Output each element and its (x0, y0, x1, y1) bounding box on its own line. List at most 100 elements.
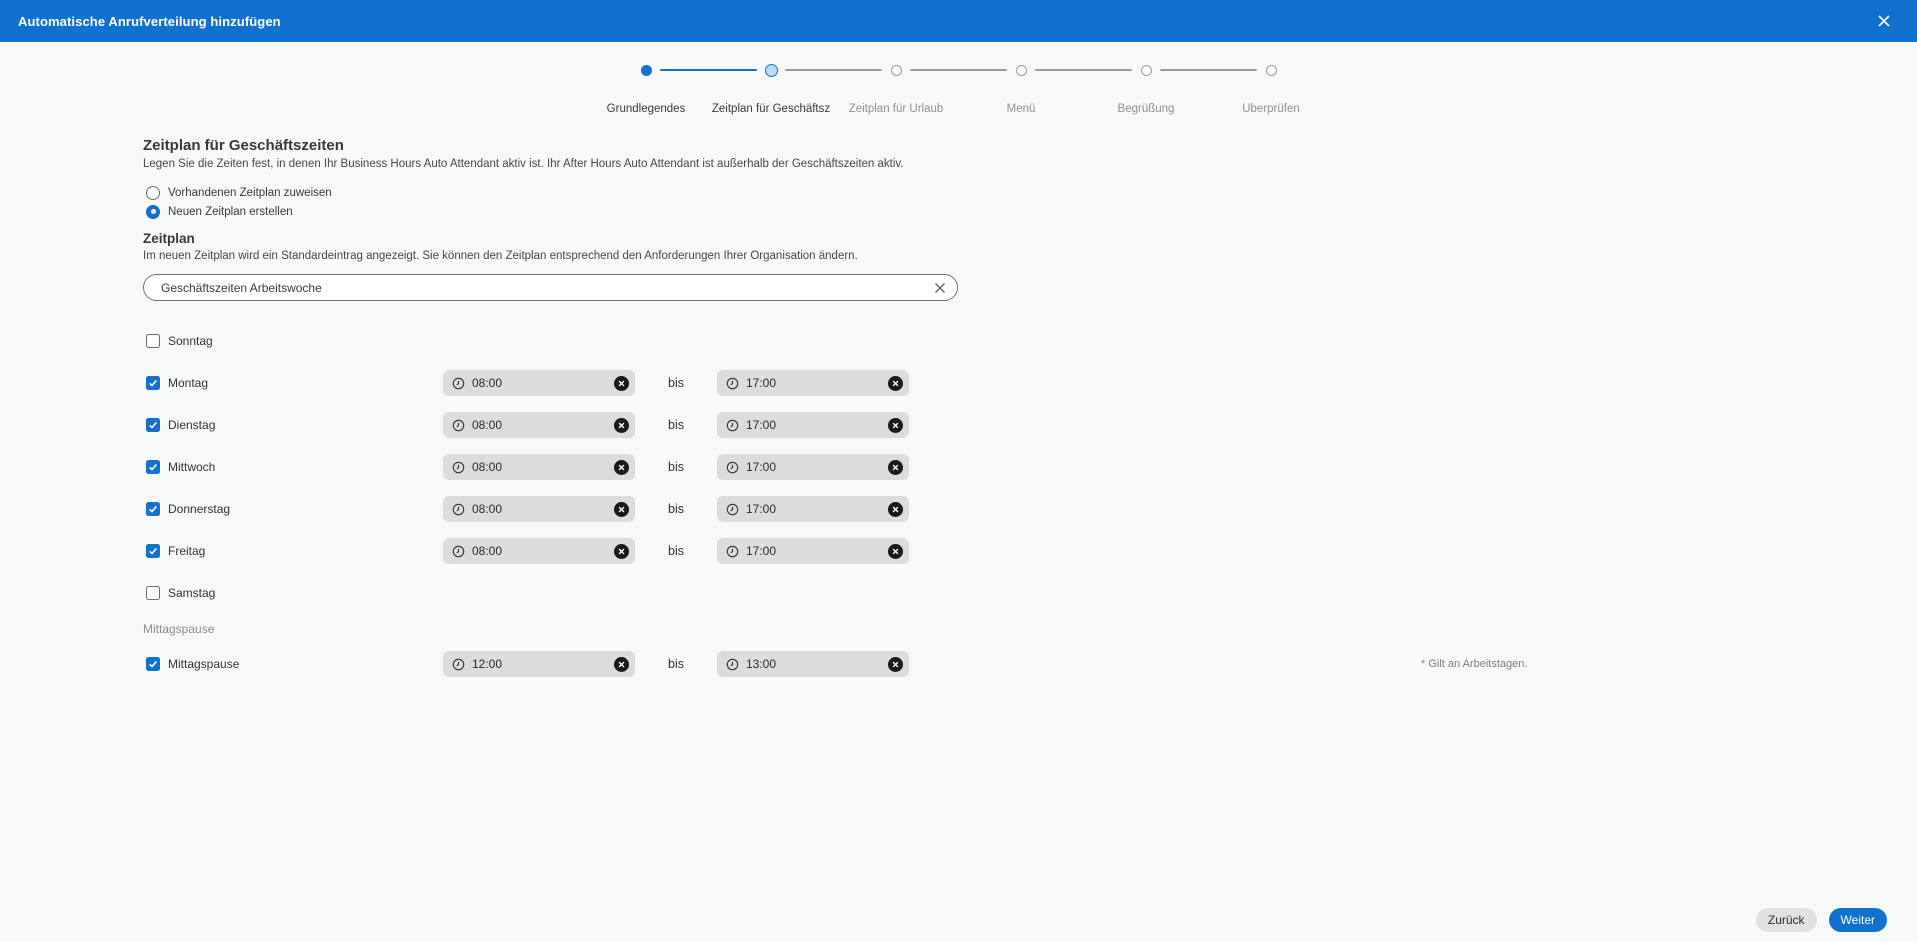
page-title: Zeitplan für Geschäftszeiten (143, 137, 1917, 155)
lunch-label: Mittagspause (168, 657, 239, 671)
day-checkbox-mittwoch[interactable] (146, 460, 160, 474)
start-time-value: 08:00 (472, 376, 502, 390)
end-time-value: 17:00 (746, 544, 776, 558)
x-circle-icon (614, 376, 629, 391)
step-dot-upcoming (1016, 65, 1027, 76)
start-time-input-freitag[interactable]: 08:00 (443, 538, 635, 564)
step-dot-current (765, 64, 778, 77)
x-circle-icon (888, 376, 903, 391)
time-separator-label: bis (635, 418, 717, 432)
end-time-input-freitag[interactable]: 17:00 (717, 538, 909, 564)
x-circle-icon (614, 657, 629, 672)
time-separator-label: bis (635, 460, 717, 474)
step-label: Begrüßung (1118, 103, 1175, 115)
day-checkbox-dienstag[interactable] (146, 418, 160, 432)
clock-icon (452, 419, 465, 432)
page-description: Legen Sie die Zeiten fest, in denen Ihr … (143, 157, 1917, 171)
option-assign-existing-schedule[interactable]: Vorhandenen Zeitplan zuweisen (143, 184, 1917, 201)
day-row-dienstag: Dienstag 08:00 bis 17:00 (143, 412, 1917, 438)
end-time-input-donnerstag[interactable]: 17:00 (717, 496, 909, 522)
x-circle-icon (614, 544, 629, 559)
clock-icon (726, 419, 739, 432)
clock-icon (452, 461, 465, 474)
end-time-value: 17:00 (746, 502, 776, 516)
clear-end-time-button[interactable] (888, 657, 903, 672)
step-dot-completed (641, 65, 652, 76)
clear-end-time-button[interactable] (888, 418, 903, 433)
start-time-value: 08:00 (472, 502, 502, 516)
start-time-value: 08:00 (472, 418, 502, 432)
x-circle-icon (888, 460, 903, 475)
clear-end-time-button[interactable] (888, 460, 903, 475)
step-ueberpruefen[interactable]: Überprüfen (1209, 63, 1334, 115)
lunch-checkbox[interactable] (146, 657, 160, 671)
wizard-footer: Zurück Weiter (1756, 908, 1887, 932)
clear-end-time-button[interactable] (888, 544, 903, 559)
radio-label: Vorhandenen Zeitplan zuweisen (168, 187, 332, 199)
clear-end-time-button[interactable] (888, 502, 903, 517)
time-separator-label: bis (635, 657, 717, 671)
clock-icon (726, 658, 739, 671)
wizard-stepper: Grundlegendes Zeitplan für Geschäftsz Ze… (0, 42, 1917, 115)
day-label: Sonntag (168, 334, 213, 348)
option-create-new-schedule[interactable]: Neuen Zeitplan erstellen (143, 203, 1917, 220)
schedule-subtitle: Zeitplan (143, 230, 1917, 247)
start-time-input-montag[interactable]: 08:00 (443, 370, 635, 396)
clear-schedule-name-button[interactable] (930, 278, 950, 298)
end-time-input-mittagspause[interactable]: 13:00 (717, 651, 909, 677)
x-icon (934, 282, 946, 294)
end-time-input-montag[interactable]: 17:00 (717, 370, 909, 396)
x-circle-icon (614, 460, 629, 475)
start-time-input-dienstag[interactable]: 08:00 (443, 412, 635, 438)
lunch-schedule-list: Mittagspause 12:00 bis 13:00 * Gilt an A… (143, 651, 1917, 677)
schedule-option-group: Vorhandenen Zeitplan zuweisen Neuen Zeit… (143, 184, 1917, 220)
day-label: Mittwoch (168, 460, 215, 474)
checkmark-icon (148, 378, 158, 388)
clear-start-time-button[interactable] (614, 376, 629, 391)
radio-selected-icon[interactable] (146, 205, 160, 219)
clear-start-time-button[interactable] (614, 460, 629, 475)
clock-icon (726, 503, 739, 516)
main-content: Zeitplan für Geschäftszeiten Legen Sie d… (0, 137, 1917, 677)
start-time-value: 08:00 (472, 460, 502, 474)
step-label: Zeitplan für Geschäftsz (712, 103, 830, 115)
checkmark-icon (148, 462, 158, 472)
start-time-input-mittwoch[interactable]: 08:00 (443, 454, 635, 480)
x-circle-icon (888, 544, 903, 559)
radio-unselected-icon[interactable] (146, 186, 160, 200)
clear-end-time-button[interactable] (888, 376, 903, 391)
clear-start-time-button[interactable] (614, 544, 629, 559)
clear-start-time-button[interactable] (614, 657, 629, 672)
day-row-montag: Montag 08:00 bis 17:00 (143, 370, 1917, 396)
modal-title: Automatische Anrufverteilung hinzufügen (18, 14, 281, 29)
end-time-input-mittwoch[interactable]: 17:00 (717, 454, 909, 480)
next-button[interactable]: Weiter (1829, 908, 1887, 932)
x-circle-icon (888, 657, 903, 672)
back-button[interactable]: Zurück (1756, 908, 1817, 932)
schedule-name-input[interactable] (143, 274, 958, 301)
x-circle-icon (888, 418, 903, 433)
schedule-description: Im neuen Zeitplan wird ein Standardeintr… (143, 249, 1917, 263)
step-label: Grundlegendes (607, 103, 686, 115)
lunch-section-label: Mittagspause (143, 622, 1917, 636)
clock-icon (726, 461, 739, 474)
day-checkbox-montag[interactable] (146, 376, 160, 390)
clear-start-time-button[interactable] (614, 418, 629, 433)
day-checkbox-freitag[interactable] (146, 544, 160, 558)
clock-icon (452, 377, 465, 390)
day-checkbox-sonntag[interactable] (146, 334, 160, 348)
day-checkbox-samstag[interactable] (146, 586, 160, 600)
clock-icon (452, 545, 465, 558)
end-time-input-dienstag[interactable]: 17:00 (717, 412, 909, 438)
day-checkbox-donnerstag[interactable] (146, 502, 160, 516)
clear-start-time-button[interactable] (614, 502, 629, 517)
x-circle-icon (888, 502, 903, 517)
start-time-input-donnerstag[interactable]: 08:00 (443, 496, 635, 522)
time-separator-label: bis (635, 376, 717, 390)
close-button[interactable] (1873, 10, 1895, 32)
day-row-mittagspause: Mittagspause 12:00 bis 13:00 * Gilt an A… (143, 651, 1917, 677)
day-row-donnerstag: Donnerstag 08:00 bis 17:00 (143, 496, 1917, 522)
day-row-freitag: Freitag 08:00 bis 17:00 (143, 538, 1917, 564)
start-time-input-mittagspause[interactable]: 12:00 (443, 651, 635, 677)
start-time-value: 08:00 (472, 544, 502, 558)
